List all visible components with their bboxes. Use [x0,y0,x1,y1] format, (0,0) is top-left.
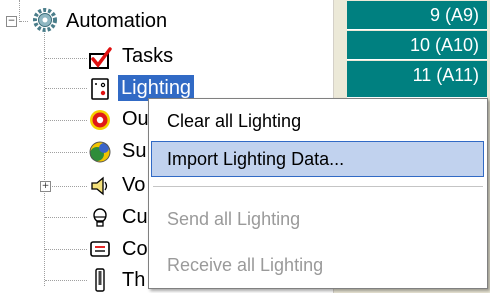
console-icon [90,241,110,257]
expand-expander[interactable]: + [40,181,51,192]
menu-item-send-all-lighting[interactable]: Send all Lighting [151,201,484,237]
lighting-switch-icon [91,78,109,100]
collapse-expander[interactable]: − [6,16,17,27]
tree-connector [45,58,87,59]
grid-cell[interactable]: 11 (A11) [347,61,487,98]
menu-item-clear-all-lighting[interactable]: Clear all Lighting [151,103,484,139]
tree-connector [45,249,87,250]
tree-node-label: Ou [122,108,149,130]
tree-node-label: Vo [122,174,146,196]
tree-connector [45,217,87,218]
tree-connector [19,0,20,22]
automation-gear-icon [33,8,57,32]
context-menu: Clear all Lighting Import Lighting Data.… [148,98,488,289]
tree-connector [50,186,87,187]
menu-separator [153,186,483,187]
tree-connector [20,21,28,22]
tree-node-label: Cu [122,206,148,228]
tree-connector [45,88,87,89]
bulb-icon [93,208,107,227]
outputs-icon [90,110,110,130]
voice-speaker-icon [91,176,108,196]
grid-cell[interactable]: 9 (A9) [347,1,487,30]
menu-item-import-lighting-data[interactable]: Import Lighting Data... [151,141,484,177]
sun-icon [89,141,111,163]
tasks-check-icon [89,47,112,69]
tree-connector [45,280,87,281]
tree-node-label: Automation [66,10,168,32]
menu-item-receive-all-lighting[interactable]: Receive all Lighting [151,247,484,283]
tree-node-label: Tasks [122,45,174,67]
grid-cell[interactable]: 10 (A10) [347,31,487,60]
tree-node-label: Co [122,238,148,260]
tree-node-label: Su [122,140,147,162]
thermostat-icon [95,268,105,292]
tree-connector [45,152,87,153]
tree-connector [45,120,87,121]
tree-node-label: Th [122,269,146,291]
